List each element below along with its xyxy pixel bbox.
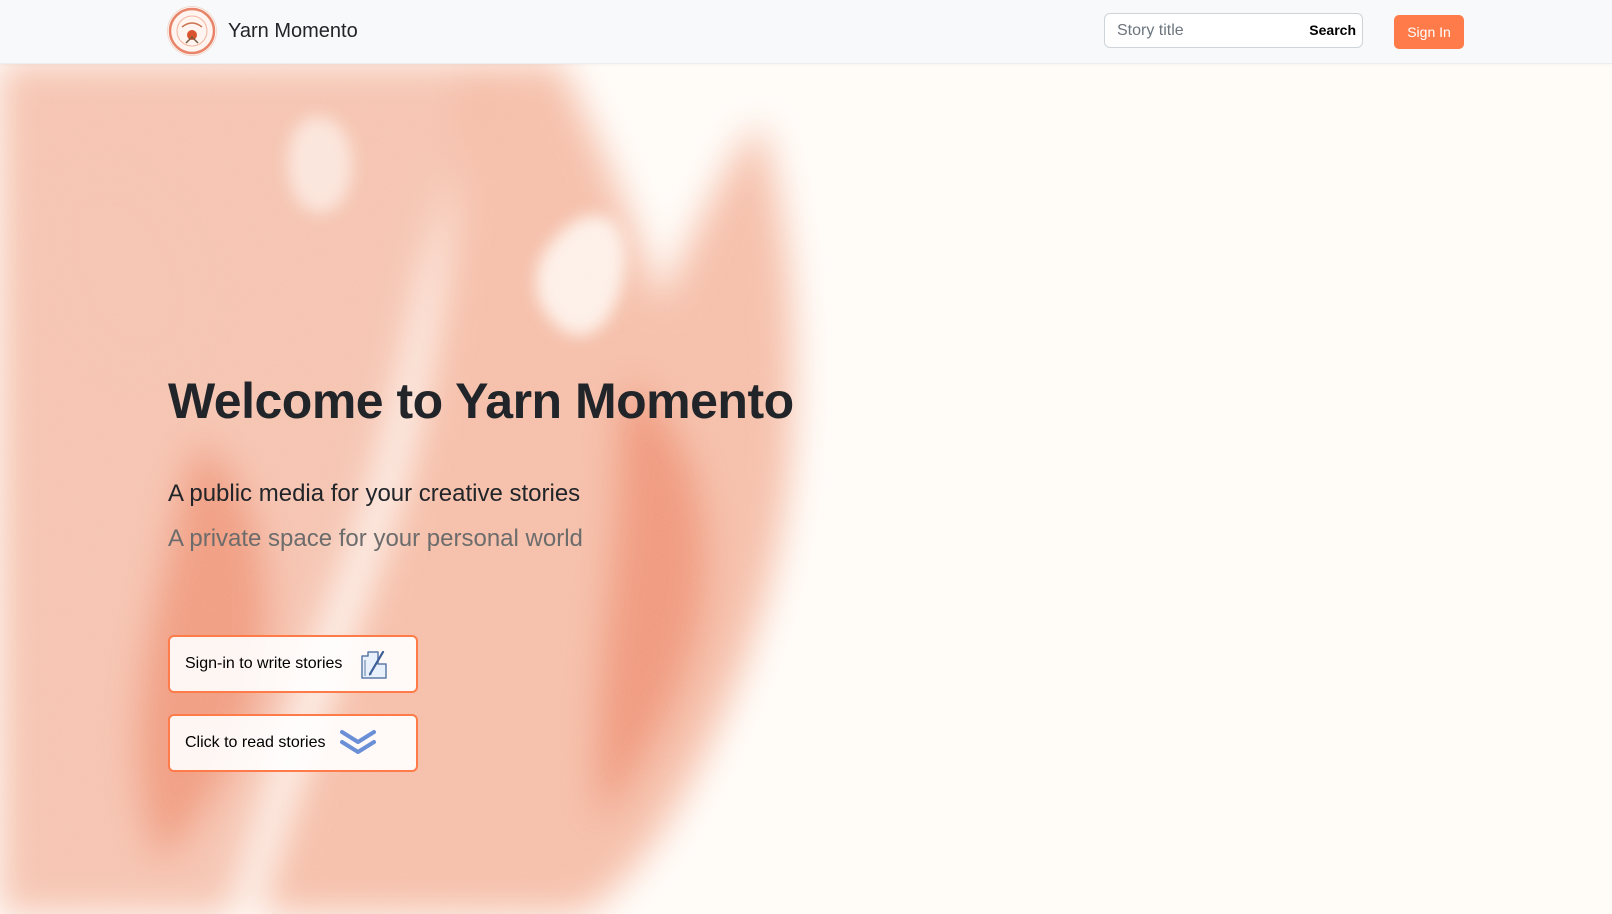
double-chevron-down-icon	[339, 728, 376, 758]
hero-subtitle: A private space for your personal world	[168, 525, 583, 552]
navbar: Yarn Momento Search Sign In	[0, 0, 1612, 64]
brand-name: Yarn Momento	[228, 19, 358, 42]
sign-in-button[interactable]: Sign In	[1394, 15, 1464, 49]
search-form: Search	[1104, 13, 1363, 48]
search-button[interactable]: Search	[1309, 14, 1356, 47]
yarn-momento-logo-icon	[168, 7, 216, 55]
hero-section: Welcome to Yarn Momento	[168, 372, 794, 430]
write-stories-button[interactable]: Sign-in to write stories	[168, 635, 418, 693]
hand-writing-icon	[356, 646, 392, 682]
hero-lead: A public media for your creative stories	[168, 480, 581, 507]
brand-link[interactable]: Yarn Momento	[168, 6, 358, 56]
search-input[interactable]	[1105, 14, 1319, 47]
write-stories-label: Sign-in to write stories	[185, 655, 343, 672]
hero-title: Welcome to Yarn Momento	[168, 373, 794, 429]
read-stories-label: Click to read stories	[185, 734, 326, 751]
read-stories-button[interactable]: Click to read stories	[168, 714, 418, 772]
